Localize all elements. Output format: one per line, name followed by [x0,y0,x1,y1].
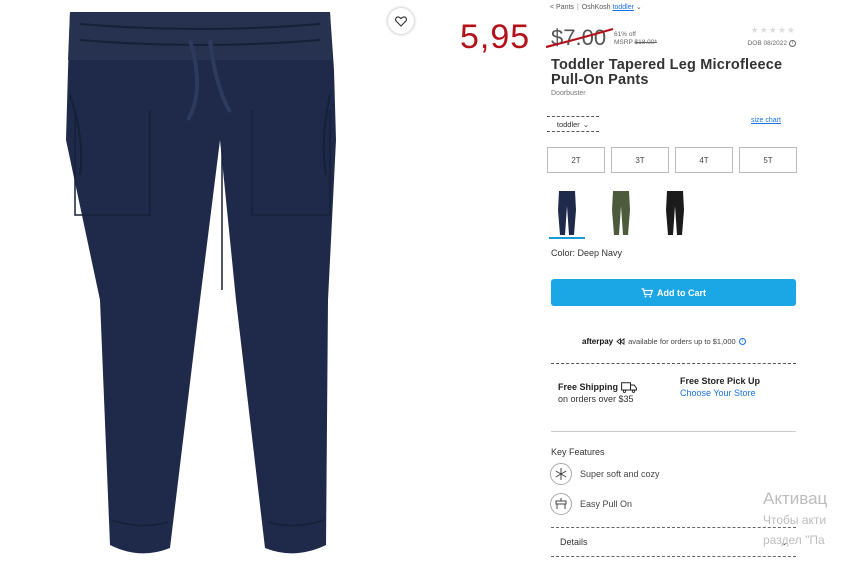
size-type-dropdown[interactable]: toddler ⌄ [547,116,599,132]
afterpay-logo: afterpay [582,337,614,346]
price-strike-annotation [545,27,614,49]
choose-store-link[interactable]: Choose Your Store [680,387,760,399]
doorbuster-badge: Doorbuster [551,90,586,97]
snowflake-icon [550,463,572,485]
watermark-line: Чтобы акти [763,513,827,527]
annotated-new-price: 5,95 [460,18,531,56]
feature-item: Super soft and cozy [550,463,660,485]
wishlist-button[interactable] [388,8,414,34]
divider [551,363,796,364]
size-option-3t[interactable]: 3T [611,147,669,173]
afterpay-arrows-icon [616,338,625,345]
feature-label: Easy Pull On [580,499,633,509]
details-accordion[interactable]: Details ⌄ [551,527,796,557]
dob-text: DOB 08/2022 [747,40,787,47]
price-block: $7.00 61% off MSRP $18.00* ★★★★★ DOB 08/… [545,25,796,55]
truck-icon [621,381,637,393]
size-option-5t[interactable]: 5T [739,147,797,173]
breadcrumb-category-link[interactable]: toddler [613,4,634,11]
pants-image [66,12,336,554]
free-shipping-title: Free Shipping [558,382,619,392]
heart-icon [395,15,407,27]
store-pickup-title: Free Store Pick Up [680,376,761,386]
msrp-value: $18.00* [634,39,657,46]
pants-thumbnail-icon [558,191,576,235]
add-to-cart-button[interactable]: Add to Cart [551,279,796,306]
chevron-down-icon[interactable]: ⌄ [636,4,642,11]
chevron-down-icon: ⌄ [582,119,590,129]
divider [551,431,796,432]
info-icon[interactable]: i [789,40,796,47]
discount-info: 61% off MSRP $18.00* [614,31,657,47]
cart-icon [641,287,653,297]
product-image [40,0,430,567]
details-label: Details [560,537,588,547]
feature-item: Easy Pull On [550,493,632,515]
pants-thumbnail-icon [666,191,684,235]
store-pickup: Free Store Pick Up Choose Your Store [680,375,760,399]
add-to-cart-label: Add to Cart [657,287,706,298]
watermark-line: раздел "Па [763,533,825,547]
feature-label: Super soft and cozy [580,469,660,479]
breadcrumb-back-link[interactable]: < Pants [550,4,574,11]
breadcrumb-separator: | [576,4,579,11]
size-option-4t[interactable]: 4T [675,147,733,173]
free-shipping-subtitle: on orders over $35 [558,394,634,404]
size-option-2t[interactable]: 2T [547,147,605,173]
color-swatches [549,187,693,239]
watermark-title: Активац [763,489,828,508]
breadcrumb: < Pants | OshKosh toddler ⌄ [550,3,642,11]
discount-percent: 61% off [614,31,636,38]
afterpay-info: afterpay available for orders up to $1,0… [582,337,746,346]
swatch-olive[interactable] [603,187,639,239]
size-chart-link[interactable]: size chart [751,117,781,124]
rating-stars[interactable]: ★★★★★ [751,25,796,36]
pull-on-icon [550,493,572,515]
dob-info: DOB 08/2022 i [748,40,796,47]
size-options: 2T 3T 4T 5T [547,147,797,173]
pants-thumbnail-icon [612,191,630,235]
os-activation-watermark: Активац Чтобы акти раздел "Па [763,488,827,550]
product-title: Toddler Tapered Leg Microfleece Pull-On … [551,57,783,88]
info-icon[interactable]: i [738,338,746,345]
afterpay-text: available for orders up to $1,000 [628,337,736,346]
size-type-label: toddler [556,119,580,129]
swatch-black[interactable] [657,187,693,239]
color-label: Color: Deep Navy [551,248,623,258]
key-features-heading: Key Features [551,447,605,457]
free-shipping: Free Shipping on orders over $35 [558,381,637,405]
breadcrumb-brand[interactable]: OshKosh [582,4,611,11]
swatch-deep-navy[interactable] [549,187,585,239]
msrp-label: MSRP [614,39,633,46]
